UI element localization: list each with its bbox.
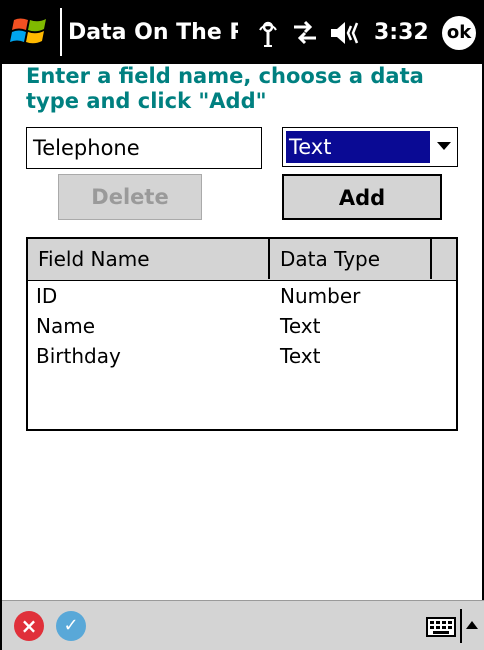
app-title: Data On The Run <box>68 20 238 45</box>
start-menu-icon[interactable] <box>10 14 50 50</box>
close-icon[interactable]: × <box>14 611 44 641</box>
connectivity-icon[interactable] <box>256 18 280 52</box>
field-name-cell: Birthday <box>36 344 121 368</box>
sync-icon[interactable] <box>290 18 320 50</box>
instruction-text: Enter a field name, choose a data type a… <box>26 64 424 113</box>
column-header-spacer <box>432 239 456 279</box>
ok-button[interactable]: ok <box>442 16 476 50</box>
column-header-field-name[interactable]: Field Name <box>28 239 270 279</box>
data-type-cell: Text <box>280 314 321 338</box>
fields-table[interactable]: Field Name Data Type ID Number Name Text… <box>26 237 458 431</box>
table-header: Field Name Data Type <box>28 239 456 281</box>
toolbar-separator <box>460 609 462 643</box>
delete-button[interactable]: Delete <box>58 174 202 220</box>
volume-icon[interactable] <box>329 20 363 50</box>
add-button[interactable]: Add <box>282 174 442 220</box>
data-type-cell: Number <box>280 284 361 308</box>
table-row[interactable]: Birthday Text <box>28 341 456 371</box>
data-type-dropdown[interactable]: Text <box>282 127 458 167</box>
data-type-cell: Text <box>280 344 321 368</box>
check-icon[interactable]: ✓ <box>56 611 86 641</box>
clock[interactable]: 3:32 <box>374 18 429 48</box>
keyboard-icon[interactable] <box>426 617 456 637</box>
title-bar: Data On The Run 3:32 ok <box>2 0 484 64</box>
bottom-toolbar: × ✓ <box>2 600 484 650</box>
table-row[interactable]: ID Number <box>28 281 456 311</box>
table-row[interactable]: Name Text <box>28 311 456 341</box>
chevron-down-icon[interactable] <box>437 142 451 150</box>
device-screen: Data On The Run 3:32 ok Enter a <box>0 0 484 650</box>
chevron-up-icon[interactable] <box>466 621 478 629</box>
field-name-cell: Name <box>36 314 96 338</box>
table-body: ID Number Name Text Birthday Text <box>28 281 456 371</box>
field-name-cell: ID <box>36 284 58 308</box>
column-header-data-type[interactable]: Data Type <box>270 239 432 279</box>
data-type-selected-value: Text <box>286 131 430 163</box>
title-separator <box>60 8 62 56</box>
field-name-input[interactable]: Telephone <box>26 127 262 169</box>
